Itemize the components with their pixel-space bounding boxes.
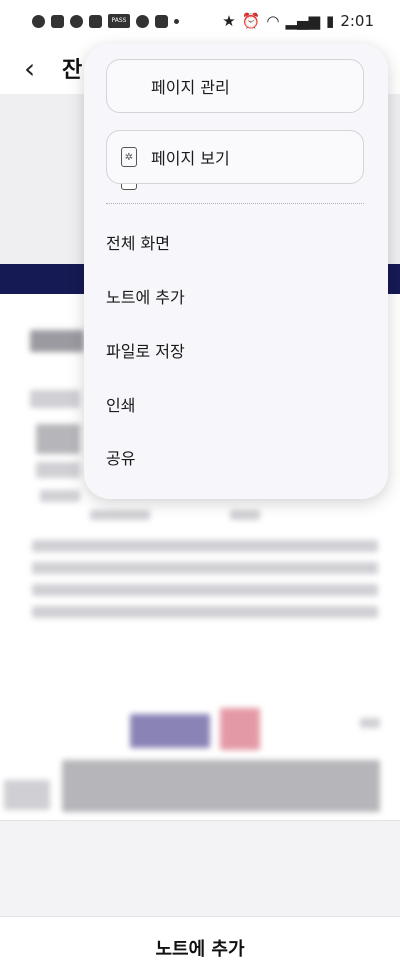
c-icon [136, 14, 149, 28]
blurred-text [30, 330, 84, 352]
image-icon [51, 14, 64, 28]
blurred-text [40, 490, 80, 502]
page-view-button[interactable]: ✲ 페이지 보기 [106, 130, 364, 184]
status-bar: PASS ★ ⏰ ◠ ▂▄▆ ▮ 2:01 [0, 0, 400, 42]
menu-item-fullscreen[interactable]: 전체 화면 [106, 222, 364, 262]
chevron-left-icon[interactable]: ‹ [24, 52, 52, 85]
menu-item-add-to-note[interactable]: 노트에 추가 [106, 276, 364, 316]
status-right-icons: ★ ⏰ ◠ ▂▄▆ ▮ 2:01 [222, 12, 374, 30]
blurred-text [230, 510, 260, 520]
alarm-icon: ⏰ [241, 12, 261, 30]
blurred-text [90, 510, 150, 520]
blurred-text [36, 462, 80, 478]
dot-icon [174, 18, 179, 24]
blurred-paragraph [32, 606, 378, 618]
battery-icon: ▮ [326, 12, 335, 30]
menu-item-save-as-file[interactable]: 파일로 저장 [106, 330, 364, 370]
page-title: 잔 [62, 58, 83, 83]
bottom-panel [0, 820, 400, 916]
tool-icon [155, 14, 168, 28]
c-icon [70, 14, 83, 28]
menu-item-print[interactable]: 인쇄 [106, 384, 364, 424]
bottom-action-bar: 노트에 추가 [0, 916, 400, 978]
blurred-paragraph [32, 584, 378, 596]
blurred-logo [130, 714, 210, 748]
page-view-label: 페이지 보기 [151, 149, 230, 168]
status-time: 2:01 [340, 12, 374, 30]
menu-item-share[interactable]: 공유 [106, 437, 364, 477]
page-manage-button[interactable]: 페이지 관리 [106, 59, 364, 190]
blurred-text [30, 390, 80, 408]
gear-icon: ✲ [121, 147, 137, 167]
pass-icon: PASS [108, 14, 130, 28]
blurred-paragraph [32, 562, 378, 574]
star-icon: ★ [222, 12, 236, 30]
blurred-stamp [220, 708, 260, 750]
page-manage-label: 페이지 관리 [151, 78, 230, 97]
blurred-text [360, 718, 380, 728]
signal-icon: ▂▄▆ [285, 12, 321, 30]
minus-circle-icon [32, 14, 45, 28]
b-icon [89, 14, 102, 28]
overflow-menu: 페이지 관리 ✲ 페이지 보기 전체 화면 노트에 추가 파일로 저장 인쇄 공… [84, 44, 388, 499]
blurred-paragraph [32, 540, 378, 552]
blurred-box [62, 760, 380, 812]
add-to-note-button[interactable]: 노트에 추가 [155, 935, 244, 961]
wifi-icon: ◠ [266, 12, 280, 30]
blurred-text [36, 424, 80, 454]
status-left-icons: PASS [32, 14, 179, 28]
menu-divider [106, 203, 364, 204]
blurred-text [4, 780, 50, 810]
